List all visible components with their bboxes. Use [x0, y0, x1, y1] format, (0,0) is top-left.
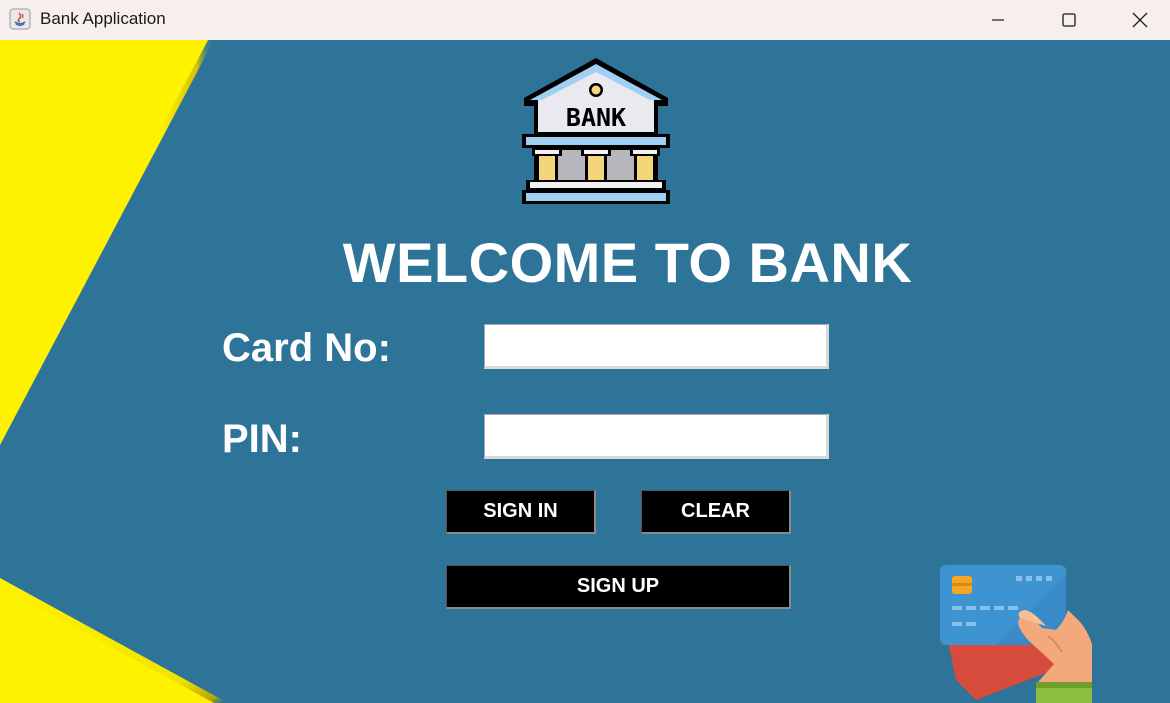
minimize-icon	[992, 19, 1004, 21]
clear-button[interactable]: CLEAR	[641, 490, 791, 534]
card-number-input[interactable]	[484, 324, 829, 369]
title-bar[interactable]: Bank Application	[0, 0, 1170, 40]
sign-up-button[interactable]: SIGN UP	[446, 565, 791, 609]
minimize-button[interactable]	[963, 0, 1033, 40]
maximize-button[interactable]	[1034, 0, 1104, 40]
welcome-heading: WELCOME TO BANK	[342, 231, 913, 294]
card-number-label: Card No:	[222, 326, 391, 370]
java-app-icon	[9, 8, 31, 30]
pin-input[interactable]	[484, 414, 829, 459]
app-window: Bank Application BANK WELCOME TO BANK Ca…	[0, 0, 1170, 703]
login-panel: BANK WELCOME TO BANK Card No: PIN: SIGN …	[0, 40, 1170, 703]
maximize-icon	[1062, 13, 1076, 27]
sign-in-button[interactable]: SIGN IN	[446, 490, 596, 534]
bank-logo-text: BANK	[566, 103, 626, 132]
bank-building-icon: BANK	[522, 58, 670, 204]
close-icon	[1132, 12, 1148, 28]
close-button[interactable]	[1105, 0, 1170, 40]
window-title: Bank Application	[40, 9, 166, 28]
hand-holding-cards-icon	[940, 565, 1092, 703]
pin-label: PIN:	[222, 417, 302, 461]
